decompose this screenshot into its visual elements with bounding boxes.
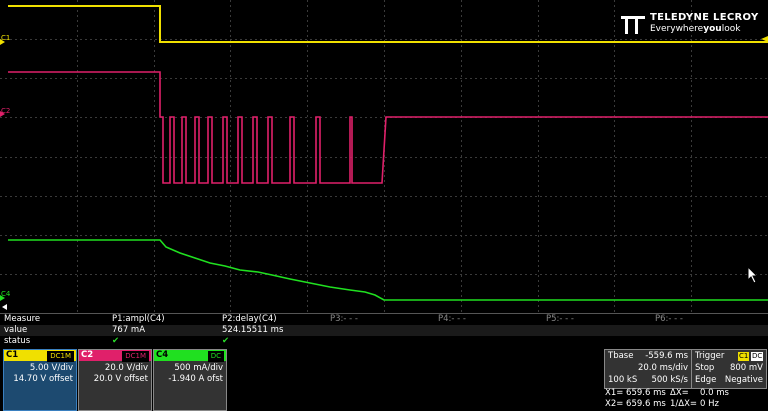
p1-status-check-icon: ✔ xyxy=(112,336,120,346)
c4-trace-label[interactable]: C4 xyxy=(1,290,10,298)
measure-value-row: value 767 mA 524.15511 ms xyxy=(0,325,768,336)
measure-header: Measure xyxy=(4,314,41,324)
logo-brand: TELEDYNE LECROY xyxy=(650,12,759,23)
c2-offset: 20.0 V offset xyxy=(93,374,148,384)
teledyne-lecroy-logo: TELEDYNE LECROY Everywhereyoulook xyxy=(620,12,760,38)
measure-status-row: status ✔ ✔ xyxy=(0,336,768,347)
c2-header: C2 DC1M xyxy=(79,350,151,362)
p1-value: 767 mA xyxy=(112,325,146,335)
trigger-label: Trigger xyxy=(695,351,725,361)
p5-header[interactable]: P5:- - - xyxy=(546,314,574,325)
c4-vdiv: 500 mA/div xyxy=(174,363,223,373)
cursor-x2: X2= 659.6 ms xyxy=(605,399,666,409)
cursor-dx-label: ΔX= xyxy=(670,388,689,398)
measure-table[interactable]: Measure P1:ampl(C4) P2:delay(C4) P3:- - … xyxy=(0,313,768,348)
value-label: value xyxy=(4,325,28,335)
c4-offset: -1.940 A ofst xyxy=(168,374,223,384)
mouse-pointer-icon xyxy=(747,266,759,284)
tbase-delay: -559.6 ms xyxy=(645,351,688,361)
c1-trace-label[interactable]: C1 xyxy=(1,34,10,42)
timebase-box[interactable]: Tbase -559.6 ms 20.0 ms/div 100 kS 500 k… xyxy=(604,349,692,389)
c2-trace-label[interactable]: C2 xyxy=(1,107,10,115)
p3-header[interactable]: P3:- - - xyxy=(330,314,358,325)
p2-header[interactable]: P2:delay(C4) xyxy=(222,314,277,325)
c1-coupling: DC1M xyxy=(47,351,74,362)
trigger-source: C1 xyxy=(738,352,750,361)
trigger-coupling: DC xyxy=(751,352,764,361)
tbase-samples: 100 kS xyxy=(608,375,638,385)
p6-header[interactable]: P6:- - - xyxy=(655,314,683,325)
p4-header[interactable]: P4:- - - xyxy=(438,314,466,325)
p2-status-check-icon: ✔ xyxy=(222,336,230,346)
waveform-grid xyxy=(0,0,768,313)
trigger-box[interactable]: Trigger C1 DC Stop 800 mV Edge Negative xyxy=(691,349,767,389)
c1-offset: 14.70 V offset xyxy=(13,374,73,384)
c2-vdiv: 20.0 V/div xyxy=(104,363,148,373)
status-label: status xyxy=(4,336,31,346)
channel-c4-box[interactable]: C4 DC 500 mA/div -1.940 A ofst xyxy=(153,349,227,411)
trigger-slope: Negative xyxy=(724,375,763,385)
trigger-mode: Stop xyxy=(695,363,715,373)
trigger-type: Edge xyxy=(695,375,717,385)
tbase-tdiv: 20.0 ms/div xyxy=(638,363,688,373)
logo-tagline: Everywhereyoulook xyxy=(650,24,741,34)
p2-value: 524.15511 ms xyxy=(222,325,284,335)
tbase-rate: 500 kS/s xyxy=(651,375,688,385)
c1-header: C1 DC1M xyxy=(4,350,76,362)
p1-header[interactable]: P1:ampl(C4) xyxy=(112,314,165,325)
c2-coupling: DC1M xyxy=(122,351,149,362)
cursor-inv-dx-value: 0 Hz xyxy=(700,399,719,409)
trigger-level: 800 mV xyxy=(729,363,763,373)
c4-name: C4 xyxy=(156,350,169,360)
cursor-readout: X1= 659.6 ms ΔX= 0.0 ms X2= 659.6 ms 1/Δ… xyxy=(604,388,766,410)
cursor-x1: X1= 659.6 ms xyxy=(605,388,666,398)
channel-c1-box[interactable]: C1 DC1M 5.00 V/div 14.70 V offset xyxy=(3,349,77,411)
channel-c2-box[interactable]: C2 DC1M 20.0 V/div 20.0 V offset xyxy=(78,349,152,411)
c1-name: C1 xyxy=(6,350,19,360)
cursor-inv-dx-label: 1/ΔX= xyxy=(670,399,698,409)
c2-name: C2 xyxy=(81,350,94,360)
cursor-dx-value: 0.0 ms xyxy=(700,388,729,398)
c4-header: C4 DC xyxy=(154,350,226,362)
measure-header-row: Measure P1:ampl(C4) P2:delay(C4) P3:- - … xyxy=(0,314,768,325)
tbase-label: Tbase xyxy=(608,351,634,361)
c1-vdiv: 5.00 V/div xyxy=(29,363,73,373)
c4-coupling: DC xyxy=(207,351,224,362)
lecroy-wing-icon xyxy=(621,16,645,34)
